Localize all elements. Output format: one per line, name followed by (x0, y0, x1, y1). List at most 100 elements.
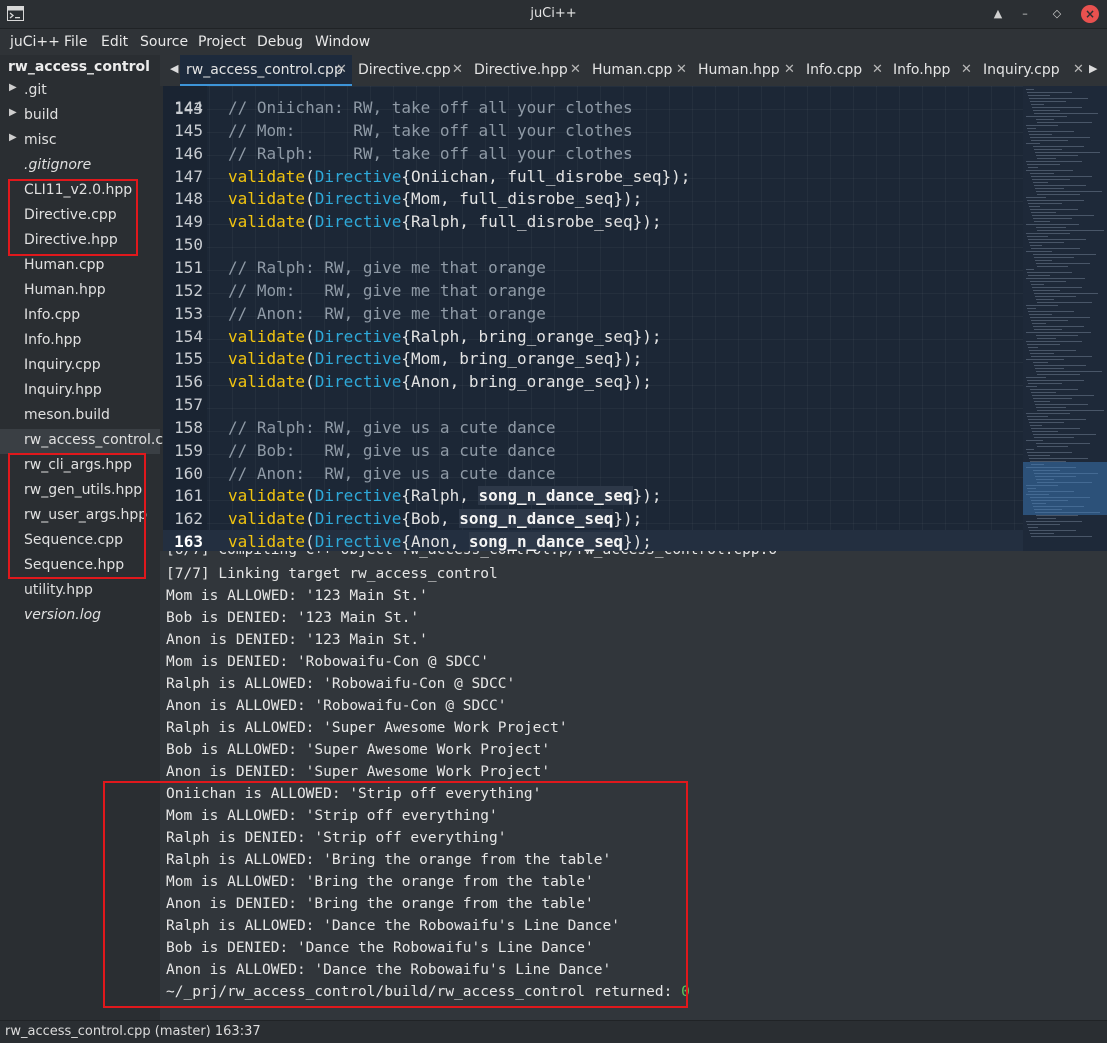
close-icon[interactable]: ✕ (676, 62, 687, 77)
tree-file[interactable]: utility.hpp (0, 579, 160, 604)
terminal-line: [6/7] Compiling C++ object rw_access_con… (166, 551, 777, 561)
tab-human-cpp[interactable]: Human.cpp ✕ (592, 55, 692, 86)
tab-info-hpp[interactable]: Info.hpp ✕ (893, 55, 977, 86)
tree-file[interactable]: CLI11_v2.0.hpp (0, 179, 160, 204)
code-editor[interactable]: 143 144// Oniichan: RW, take off all you… (163, 86, 1107, 551)
tree-file[interactable]: Info.hpp (0, 329, 160, 354)
tree-file[interactable]: Sequence.cpp (0, 529, 160, 554)
tab-rw-access-control[interactable]: rw_access_control.cpp ✕ (180, 55, 352, 86)
code-text: // Ralph: RW, give me that orange (228, 257, 546, 277)
minimap-line (1030, 317, 1090, 318)
tree-file[interactable]: .gitignore (0, 154, 160, 179)
status-bar: rw_access_control.cpp (master) 163:37 (0, 1020, 1107, 1043)
code-line: 161 validate(Directive{Ralph, song_n_danc… (163, 484, 1023, 507)
menu-source[interactable]: Source (140, 34, 188, 50)
minimize-button[interactable]: – (1016, 5, 1034, 23)
tab-directive-hpp[interactable]: Directive.hpp ✕ (474, 55, 586, 86)
minimap-line (1027, 236, 1048, 237)
line-number: 148 (174, 189, 203, 209)
menu-debug[interactable]: Debug (257, 34, 303, 50)
minimap-line (1026, 413, 1070, 414)
expand-arrow-icon[interactable]: ▶ (9, 132, 17, 143)
terminal-line: Anon is DENIED: 'Bring the orange from t… (166, 896, 594, 912)
minimap-line (1037, 338, 1056, 339)
minimap-line (1035, 404, 1088, 405)
expand-arrow-icon[interactable]: ▶ (9, 82, 17, 93)
menu-project[interactable]: Project (198, 34, 246, 50)
tree-file[interactable]: Directive.cpp (0, 204, 160, 229)
tree-folder-build[interactable]: ▶ build (0, 104, 160, 129)
tree-folder-git[interactable]: ▶ .git (0, 79, 160, 104)
minimap-line (1030, 389, 1078, 390)
minimap-line (1031, 104, 1044, 105)
close-icon[interactable]: ✕ (336, 62, 347, 77)
menu-edit[interactable]: Edit (101, 34, 128, 50)
close-icon[interactable]: ✕ (872, 62, 883, 77)
tab-human-hpp[interactable]: Human.hpp ✕ (698, 55, 800, 86)
tree-file[interactable]: Human.hpp (0, 279, 160, 304)
tree-file-selected[interactable]: rw_access_control.cpp (0, 429, 181, 454)
terminal-line: Ralph is ALLOWED: 'Dance the Robowaifu's… (166, 918, 620, 934)
menu-file[interactable]: File (64, 34, 87, 50)
code-line: 155 validate(Directive{Mom, bring_orange_… (163, 347, 1023, 370)
minimap-line (1034, 365, 1086, 366)
tree-folder-misc[interactable]: ▶ misc (0, 129, 160, 154)
project-title[interactable]: rw_access_control (8, 59, 150, 75)
code-line: 146 // Ralph: RW, take off all your cloth… (163, 142, 1023, 165)
line-number: 155 (174, 349, 203, 369)
code-text: validate(Directive{Anon, song_n_dance_se… (228, 532, 652, 551)
tree-file[interactable]: Inquiry.hpp (0, 379, 160, 404)
minimap[interactable] (1023, 86, 1107, 551)
line-number: 150 (174, 235, 203, 255)
expand-arrow-icon[interactable]: ▶ (9, 107, 17, 118)
maximize-button[interactable]: ◇ (1048, 5, 1066, 23)
code-line: 156 validate(Directive{Anon, bring_orange… (163, 370, 1023, 393)
minimap-line (1036, 191, 1102, 192)
terminal-return-line: ~/_prj/rw_access_control/build/rw_access… (166, 984, 690, 1000)
close-icon[interactable]: ✕ (570, 62, 581, 77)
code-text: // Ralph: RW, take off all your clothes (228, 143, 633, 163)
close-icon[interactable]: ✕ (961, 62, 972, 77)
tree-file[interactable]: rw_user_args.hpp (0, 504, 160, 529)
tree-file[interactable]: Human.cpp (0, 254, 160, 279)
minimap-line (1026, 116, 1067, 117)
minimap-line (1031, 212, 1056, 213)
tree-file[interactable]: rw_cli_args.hpp (0, 454, 160, 479)
minimap-line (1028, 347, 1038, 348)
tree-file[interactable]: meson.build (0, 404, 160, 429)
minimap-line (1032, 215, 1094, 216)
minimap-line (1037, 302, 1092, 303)
menu-jucipp[interactable]: juCi++ (10, 34, 60, 50)
tree-file[interactable]: Sequence.hpp (0, 554, 160, 579)
close-icon[interactable]: ✕ (452, 62, 463, 77)
minimap-line (1032, 431, 1058, 432)
minimap-line (1029, 350, 1076, 351)
close-icon[interactable]: ✕ (1073, 62, 1084, 77)
terminal-output[interactable]: [6/7] Compiling C++ object rw_access_con… (160, 551, 1107, 1020)
code-text: // Anon: RW, give me that orange (228, 303, 546, 323)
minimap-line (1034, 401, 1050, 402)
close-icon[interactable]: ✕ (784, 62, 795, 77)
close-button[interactable]: × (1081, 5, 1099, 23)
line-number: 152 (174, 280, 203, 300)
tree-file[interactable]: version.log (0, 604, 160, 629)
minimap-viewport[interactable] (1023, 462, 1107, 515)
line-number: 160 (174, 463, 203, 483)
keep-above-icon[interactable]: ▲ (989, 5, 1007, 23)
minimap-line (1026, 449, 1034, 450)
tab-scroll-right-icon[interactable]: ▶ (1089, 62, 1097, 75)
tree-file[interactable]: Directive.hpp (0, 229, 160, 254)
tab-inquiry-cpp[interactable]: Inquiry.cpp ✕ (983, 55, 1088, 86)
tree-file[interactable]: Info.cpp (0, 304, 160, 329)
tab-info-cpp[interactable]: Info.cpp ✕ (806, 55, 887, 86)
menu-window[interactable]: Window (315, 34, 370, 50)
minimap-line (1026, 440, 1043, 441)
tab-directive-cpp[interactable]: Directive.cpp ✕ (358, 55, 468, 86)
minimap-line (1030, 425, 1042, 426)
minimap-line (1027, 128, 1036, 129)
tab-scroll-left-icon[interactable]: ◀ (170, 62, 178, 75)
tree-file[interactable]: Inquiry.cpp (0, 354, 160, 379)
minimap-line (1034, 293, 1098, 294)
code-line: 153 // Anon: RW, give me that orange (163, 302, 1023, 325)
tree-file[interactable]: rw_gen_utils.hpp (0, 479, 160, 504)
